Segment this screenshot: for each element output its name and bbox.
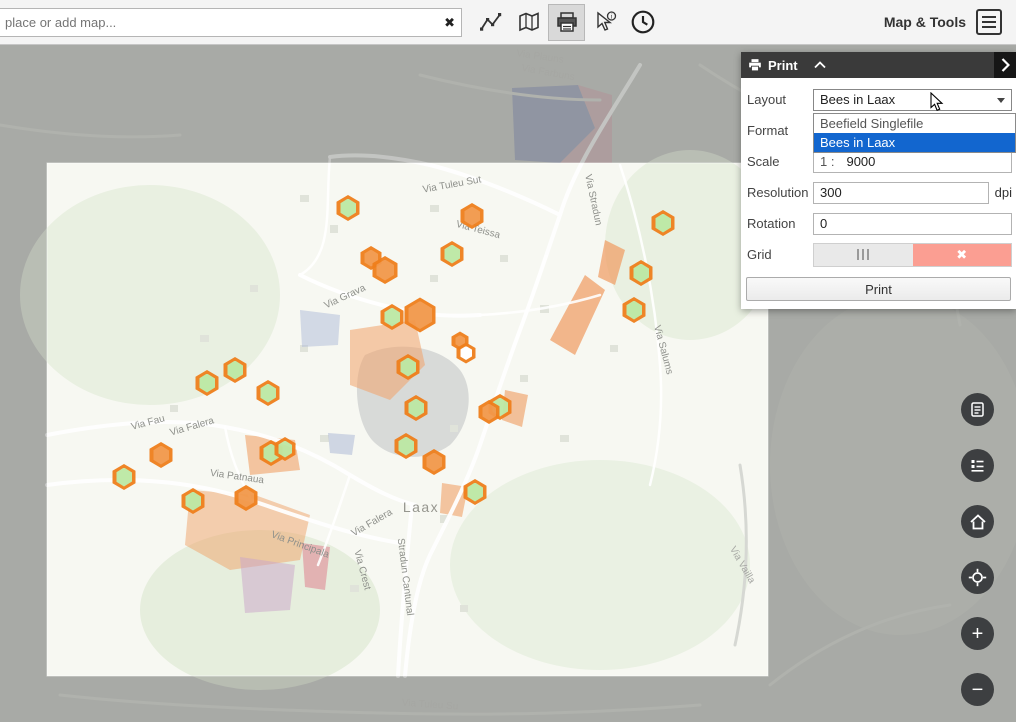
layout-select-value: Bees in Laax [820, 92, 895, 107]
scale-value: 9000 [846, 154, 875, 169]
plus-icon: + [972, 624, 984, 644]
print-tool-button[interactable] [548, 4, 585, 41]
bee-hex-marker[interactable] [397, 354, 420, 380]
minus-icon: − [972, 680, 984, 700]
bee-hex-marker[interactable] [405, 395, 428, 421]
panel-expand-button[interactable] [994, 52, 1016, 78]
print-panel-header[interactable]: Print [741, 52, 1016, 78]
crosshair-icon [968, 568, 987, 587]
print-button[interactable]: Print [746, 277, 1011, 301]
resolution-input[interactable]: 300 [813, 182, 989, 204]
bee-hex-marker[interactable] [461, 203, 484, 229]
bee-hex-marker[interactable] [337, 195, 360, 221]
layout-dropdown: Beefield Singlefile Bees in Laax [813, 113, 1016, 153]
zoom-out-button[interactable]: − [961, 673, 994, 706]
grid-toggle-grip [814, 244, 913, 266]
bee-hex-marker[interactable] [630, 260, 653, 286]
rotation-row: Rotation 0 [741, 208, 1016, 239]
layers-button[interactable] [961, 393, 994, 426]
hamburger-icon [982, 16, 996, 18]
printer-icon [555, 10, 579, 34]
scale-input[interactable]: 1 : 9000 [813, 151, 1012, 173]
bee-hex-marker[interactable] [464, 479, 487, 505]
chevron-up-icon [814, 61, 826, 69]
bee-hex-marker[interactable] [373, 256, 398, 284]
bee-hex-marker[interactable] [479, 400, 500, 424]
dropdown-option[interactable]: Beefield Singlefile [814, 114, 1015, 133]
layers-icon [969, 401, 986, 418]
toolbar: i [472, 4, 661, 41]
scale-prefix: 1 : [820, 154, 834, 169]
bee-hex-marker[interactable] [113, 464, 136, 490]
bee-hex-marker[interactable] [381, 304, 404, 330]
legend-button[interactable] [961, 449, 994, 482]
scale-label: Scale [747, 154, 813, 169]
themes-tool-button[interactable] [510, 4, 547, 41]
bee-hex-marker[interactable] [275, 437, 296, 461]
bee-hex-marker[interactable] [457, 343, 476, 364]
x-icon: ✖ [956, 247, 967, 263]
resolution-value: 300 [820, 185, 842, 200]
clock-icon [630, 9, 656, 35]
bee-hex-marker[interactable] [150, 442, 173, 468]
legend-icon [969, 457, 986, 474]
identify-cursor-icon: i [593, 10, 617, 34]
bee-hex-marker[interactable] [652, 210, 675, 236]
place-label: Laax [403, 499, 439, 515]
print-panel: Print Layout Bees in Laax Format [741, 52, 1016, 309]
grid-row: Grid ✖ [741, 239, 1016, 270]
search-input[interactable] [0, 8, 462, 37]
home-button[interactable] [961, 505, 994, 538]
bee-hex-marker[interactable] [441, 241, 464, 267]
bee-hex-marker[interactable] [224, 357, 247, 383]
topbar: ✖ [0, 0, 1016, 45]
searchbox: ✖ [0, 8, 462, 37]
rotation-label: Rotation [747, 216, 813, 231]
rotation-value: 0 [820, 216, 827, 231]
resolution-row: Resolution 300 dpi [741, 177, 1016, 208]
resolution-label: Resolution [747, 185, 813, 200]
print-panel-title: Print [768, 58, 798, 73]
grid-toggle[interactable]: ✖ [813, 243, 1012, 267]
zoom-in-button[interactable]: + [961, 617, 994, 650]
svg-text:i: i [610, 12, 612, 20]
map-tools-label: Map & Tools [884, 14, 966, 30]
grid-label: Grid [747, 247, 813, 262]
layout-select[interactable]: Bees in Laax [813, 89, 1012, 111]
height-profile-icon [479, 10, 503, 34]
format-label: Format [747, 123, 813, 138]
home-icon [969, 513, 987, 531]
bee-hex-marker[interactable] [405, 298, 436, 333]
layout-row: Layout Bees in Laax [741, 84, 1016, 115]
chevron-down-icon [997, 98, 1005, 103]
printer-icon [748, 58, 762, 72]
dropdown-option-selected[interactable]: Bees in Laax [814, 133, 1015, 152]
map-icon [517, 10, 541, 34]
layout-label: Layout [747, 92, 813, 107]
locate-button[interactable] [961, 561, 994, 594]
bee-hex-marker[interactable] [257, 380, 280, 406]
bee-hex-marker[interactable] [395, 433, 418, 459]
collapse-panel-button[interactable] [814, 61, 826, 69]
bee-hex-marker[interactable] [623, 297, 646, 323]
resolution-unit: dpi [995, 185, 1012, 200]
bee-hex-marker[interactable] [196, 370, 219, 396]
identify-tool-button[interactable]: i [586, 4, 623, 41]
map-controls: + − [961, 393, 994, 706]
bee-hex-marker[interactable] [182, 488, 205, 514]
chevron-right-icon [1001, 58, 1010, 72]
rotation-input[interactable]: 0 [813, 213, 1012, 235]
menu-button[interactable] [976, 9, 1002, 35]
topbar-right: Map & Tools [884, 9, 1016, 35]
grid-toggle-off: ✖ [913, 244, 1012, 266]
bee-hex-marker[interactable] [235, 485, 258, 511]
time-tool-button[interactable] [624, 4, 661, 41]
clear-search-icon[interactable]: ✖ [444, 14, 455, 31]
bee-hex-marker[interactable] [423, 449, 446, 475]
measure-tool-button[interactable] [472, 4, 509, 41]
